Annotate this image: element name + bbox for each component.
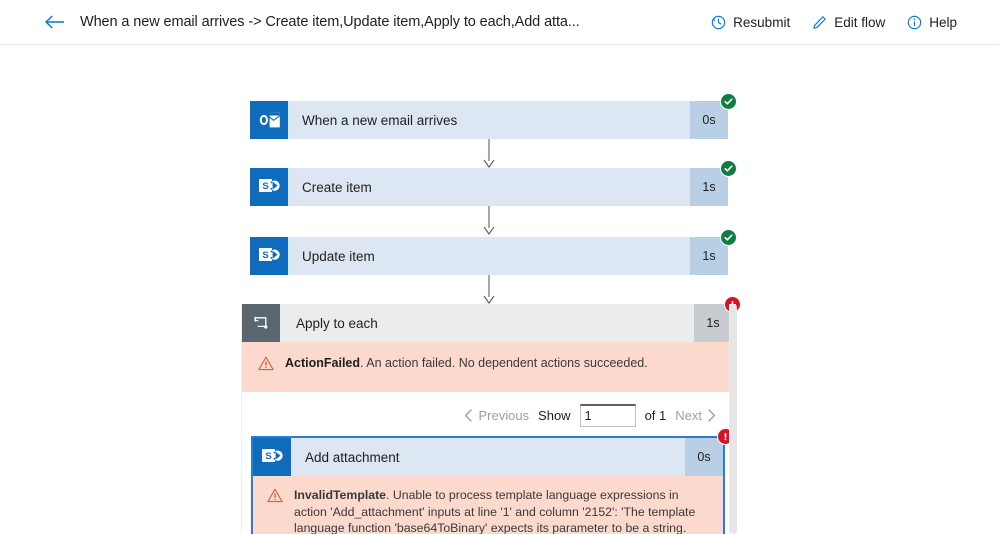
- add-attachment-header[interactable]: S Add attachment 0s: [253, 428, 734, 476]
- flow-connector: [482, 275, 496, 305]
- sharepoint-icon: S: [250, 237, 288, 275]
- svg-text:S: S: [262, 250, 268, 261]
- flow-connector: [482, 139, 496, 169]
- flow-step-duration: 0s: [685, 438, 723, 476]
- check-circle-icon: [723, 163, 734, 174]
- flow-scope-apply-to-each: Apply to each 1s ActionFailed. An action…: [241, 296, 741, 534]
- flow-step-create-item[interactable]: S Create item 1s: [250, 160, 737, 206]
- back-button[interactable]: [38, 5, 72, 39]
- command-bar-actions: Resubmit Edit flow Help: [711, 0, 957, 45]
- edit-flow-label: Edit flow: [834, 15, 886, 30]
- edit-flow-button[interactable]: Edit flow: [812, 15, 885, 30]
- flow-step-title: Create item: [288, 168, 690, 206]
- chevron-left-icon: [464, 408, 473, 422]
- command-bar: When a new email arrives -> Create item,…: [0, 0, 999, 45]
- resubmit-icon: [711, 15, 726, 30]
- arrow-left-icon: [45, 15, 65, 29]
- scope-error-text: . An action failed. No dependent actions…: [360, 356, 648, 370]
- resubmit-label: Resubmit: [733, 15, 791, 30]
- show-label: Show: [538, 407, 571, 423]
- previous-page-button[interactable]: Previous: [464, 408, 529, 423]
- flow-step-when-a-new-email-arrives[interactable]: When a new email arrives 0s: [250, 93, 737, 139]
- svg-text:S: S: [262, 181, 268, 192]
- page-number-input[interactable]: [579, 403, 636, 427]
- page-count-label: of 1: [644, 407, 667, 423]
- run-history-canvas: When a new email arrives 0s S Create ite…: [0, 45, 999, 534]
- status-badge-succeeded: [720, 229, 737, 246]
- sharepoint-icon: S: [250, 168, 288, 206]
- outlook-icon: [250, 101, 288, 139]
- action-error-code: InvalidTemplate: [294, 488, 387, 502]
- resubmit-button[interactable]: Resubmit: [711, 15, 790, 30]
- scope-pagination: Previous Show of 1 Next: [242, 392, 732, 438]
- loop-icon: [242, 304, 280, 342]
- check-circle-icon: [723, 96, 734, 107]
- previous-page-label: Previous: [478, 407, 530, 423]
- next-page-button[interactable]: Next: [675, 408, 716, 423]
- action-error-message: InvalidTemplate. Unable to process templ…: [253, 476, 723, 534]
- help-button[interactable]: Help: [907, 15, 957, 30]
- help-label: Help: [929, 15, 957, 30]
- flow-step-title: When a new email arrives: [288, 101, 690, 139]
- svg-text:S: S: [265, 451, 271, 462]
- pencil-icon: [812, 15, 827, 30]
- flow-step-update-item[interactable]: S Update item 1s: [250, 229, 737, 275]
- vertical-scrollbar[interactable]: [729, 304, 737, 534]
- flow-step-title: Add attachment: [291, 438, 685, 476]
- info-icon: [907, 15, 922, 30]
- flow-step-apply-to-each[interactable]: Apply to each 1s: [242, 296, 741, 342]
- flow-step-title: Apply to each: [280, 304, 694, 342]
- warning-triangle-icon: [267, 488, 283, 508]
- flow-step-add-attachment[interactable]: S Add attachment 0s InvalidTemplate. Una…: [251, 428, 734, 534]
- chevron-right-icon: [707, 408, 716, 422]
- scope-error-code: ActionFailed: [285, 356, 361, 370]
- status-badge-succeeded: [720, 160, 737, 177]
- check-circle-icon: [723, 232, 734, 243]
- flow-connector: [482, 206, 496, 236]
- sharepoint-icon: S: [253, 438, 291, 476]
- flow-step-title: Update item: [288, 237, 690, 275]
- next-page-label: Next: [675, 407, 702, 423]
- scope-error-message: ActionFailed. An action failed. No depen…: [242, 342, 732, 392]
- warning-triangle-icon: [258, 356, 274, 371]
- status-badge-succeeded: [720, 93, 737, 110]
- scrollbar-thumb[interactable]: [730, 304, 737, 534]
- page-title: When a new email arrives -> Create item,…: [80, 14, 580, 30]
